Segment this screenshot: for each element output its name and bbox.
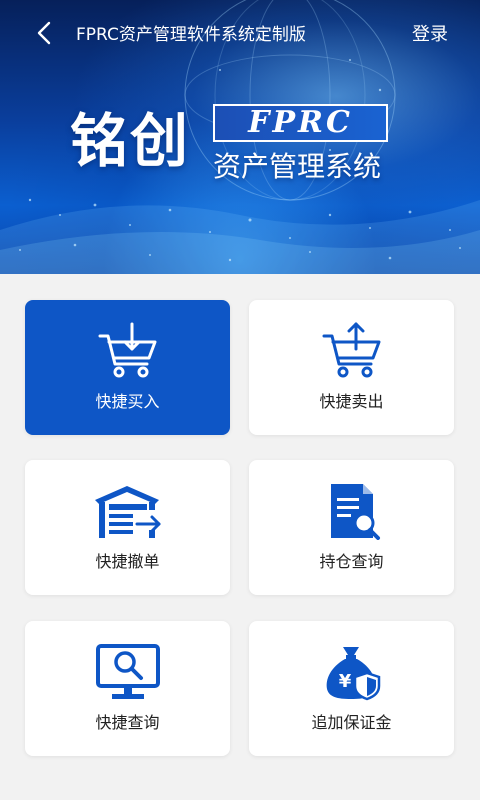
brand-logo-tag: FPRC	[213, 104, 388, 142]
quick-sell-tile[interactable]: 快捷卖出	[249, 300, 454, 435]
cart-download-icon	[98, 322, 156, 378]
brand-name: 铭创	[70, 107, 191, 175]
function-grid: 快捷买入 快捷卖出 快捷撤单 持仓查询 快捷查询 ¥ 追加保证金	[0, 274, 480, 800]
money-bag-shield-icon: ¥	[326, 647, 380, 701]
quick-query-label: 快捷查询	[95, 713, 160, 732]
position-query-tile[interactable]: 持仓查询	[249, 460, 454, 595]
brand-subtitle: 资产管理系统	[213, 150, 382, 183]
monitor-search-icon	[95, 644, 160, 699]
login-button[interactable]: 登录	[412, 20, 448, 46]
add-margin-label: 追加保证金	[311, 713, 392, 732]
chevron-left-icon	[37, 21, 51, 45]
quick-buy-tile[interactable]: 快捷买入	[25, 300, 230, 435]
document-search-icon	[330, 484, 380, 540]
page-title: FPRC资产管理软件系统定制版	[76, 25, 306, 45]
quick-cancel-label: 快捷撤单	[95, 552, 160, 571]
add-margin-tile[interactable]: ¥ 追加保证金	[249, 621, 454, 756]
cart-upload-icon	[322, 322, 380, 378]
warehouse-exit-icon	[94, 486, 160, 538]
quick-query-tile[interactable]: 快捷查询	[25, 621, 230, 756]
position-query-label: 持仓查询	[319, 552, 384, 571]
top-bar: FPRC资产管理软件系统定制版 登录	[0, 0, 480, 66]
quick-cancel-tile[interactable]: 快捷撤单	[25, 460, 230, 595]
quick-sell-label: 快捷卖出	[319, 392, 384, 411]
svg-text:¥: ¥	[338, 671, 351, 692]
back-button[interactable]	[30, 18, 60, 48]
quick-buy-label: 快捷买入	[95, 392, 160, 411]
